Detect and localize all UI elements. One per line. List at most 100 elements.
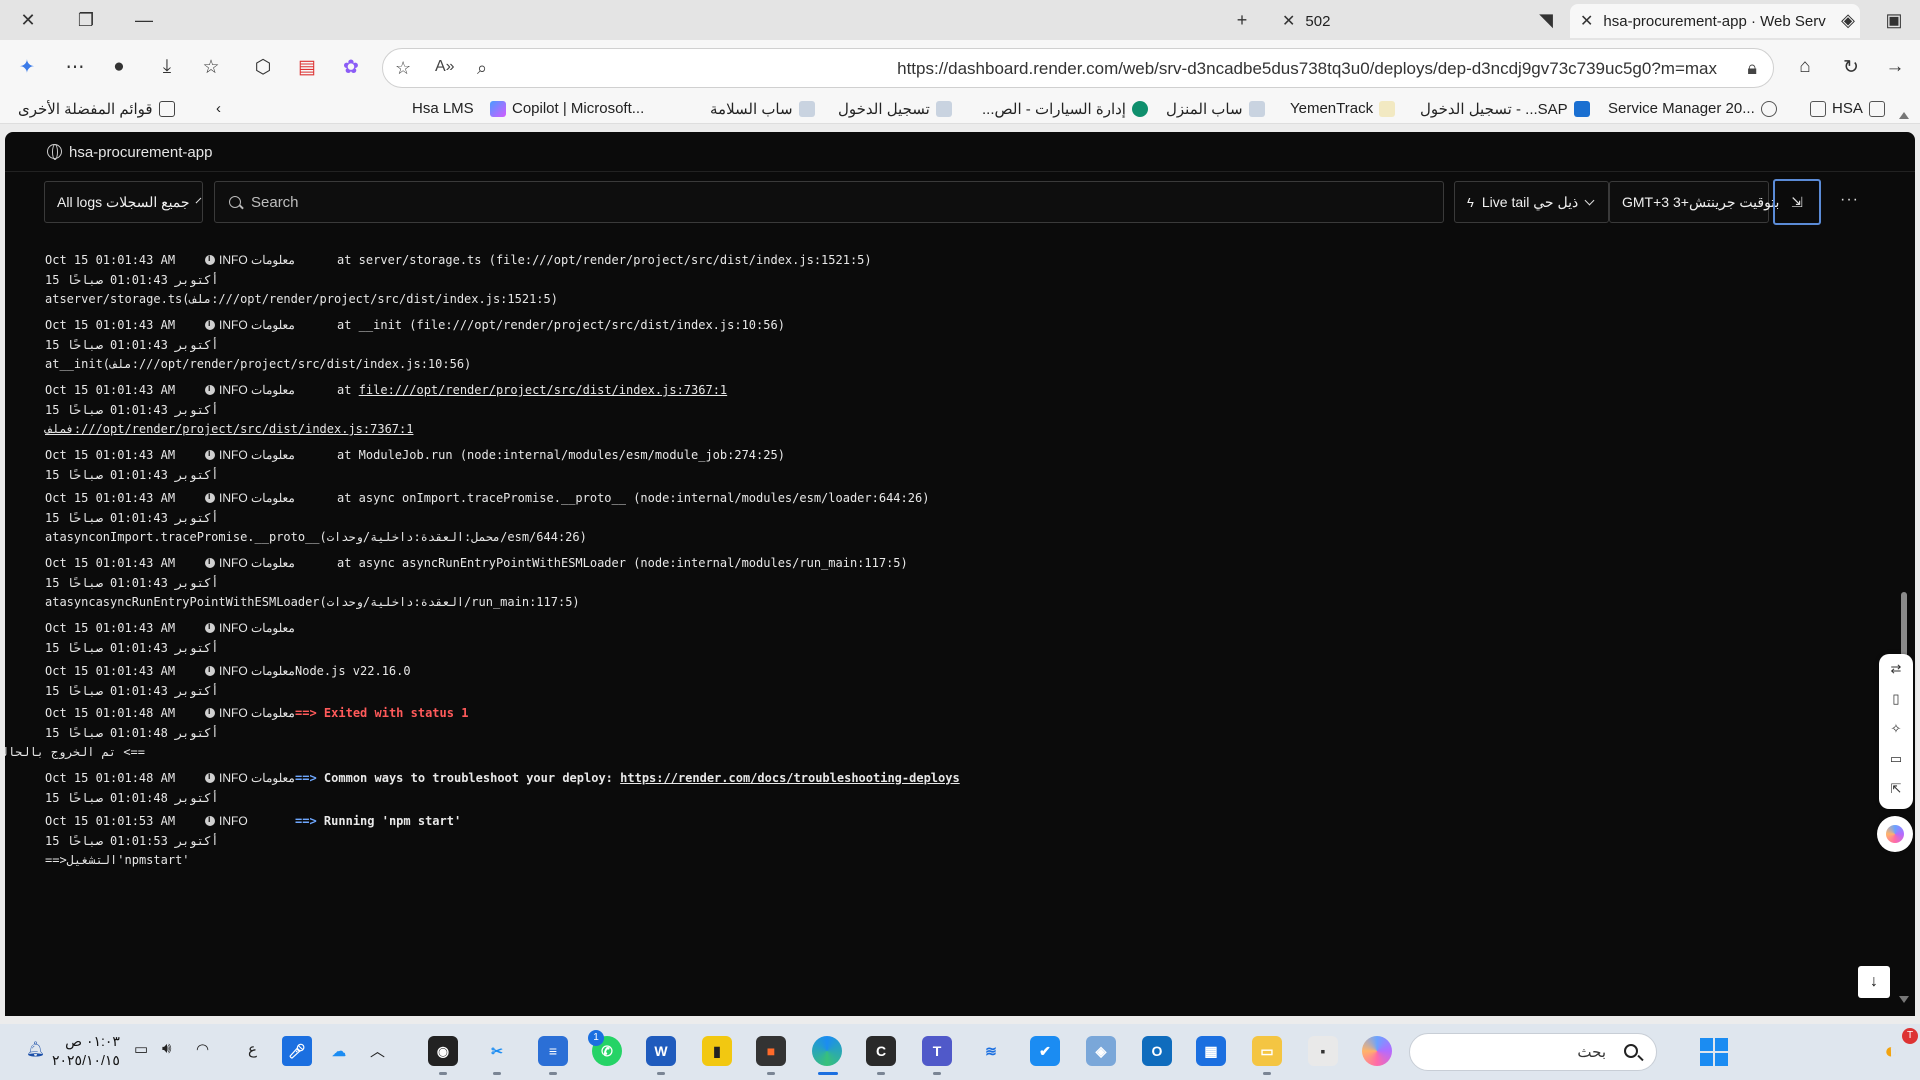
- forward-icon[interactable]: →: [1880, 52, 1910, 82]
- info-icon: [205, 318, 215, 330]
- close-window-icon[interactable]: ✕: [14, 6, 42, 34]
- file-explorer-icon[interactable]: ▭: [1252, 1036, 1282, 1066]
- jump-to-latest-button[interactable]: ↓: [1858, 966, 1890, 998]
- pdf-icon[interactable]: ▤: [292, 52, 322, 82]
- favorite-item[interactable]: Service Manager 20...: [1608, 100, 1777, 117]
- live-tail-dropdown[interactable]: ϟ Live tail ذيل حي: [1454, 181, 1609, 223]
- timezone-selector[interactable]: GMT+3 بتوقيت جرينتش+3: [1609, 181, 1779, 223]
- log-translation: atasyncasyncRunEntryPointWithESMLoader(ا…: [45, 595, 580, 609]
- minimize-window-icon[interactable]: —: [130, 6, 158, 34]
- start-button[interactable]: [1700, 1038, 1728, 1066]
- snipping-tool-icon[interactable]: ✂: [482, 1036, 512, 1066]
- notepad-icon[interactable]: ≡: [538, 1036, 568, 1066]
- notification-bell-icon[interactable]: 🔔︎: [26, 1040, 45, 1058]
- windows-taskbar: 🔔︎ ٠١:٠٣ ص ٢٠٢٥/١٠/١٥ ▭ 🔊︎ ◠ ع 🎤︎ ☁ ︿ ◉ …: [0, 1024, 1920, 1080]
- app-window-icon[interactable]: ▪: [1308, 1036, 1338, 1066]
- downloads-icon[interactable]: ⤓: [152, 52, 182, 82]
- favorite-item[interactable]: إدارة السيارات - الص...: [982, 100, 1148, 118]
- close-tab-icon[interactable]: ✕: [1282, 11, 1295, 31]
- teams-icon[interactable]: T: [922, 1036, 952, 1066]
- copilot-extension-icon[interactable]: ✿: [336, 52, 366, 82]
- screen-icon[interactable]: ▭: [1879, 744, 1913, 774]
- log-list[interactable]: Oct 15 01:01:43 AM 15 أكتوبر 01:01:43 صب…: [5, 239, 1895, 1016]
- site-icon: [1131, 101, 1148, 117]
- battery-icon[interactable]: ▭: [134, 1040, 148, 1058]
- page-icon: [935, 101, 952, 117]
- edge-icon[interactable]: [812, 1036, 842, 1066]
- other-favorites-folder[interactable]: قوائم المفضلة الأخرى: [18, 100, 175, 118]
- favorite-item[interactable]: YemenTrack: [1290, 100, 1396, 117]
- vpn-icon[interactable]: ◈: [1086, 1036, 1116, 1066]
- favorite-item[interactable]: Hsa LMS: [412, 100, 474, 117]
- taskbar-search[interactable]: بحث: [1409, 1033, 1657, 1071]
- refresh-icon[interactable]: ↻: [1836, 52, 1866, 82]
- log-level: INFO: [205, 814, 248, 828]
- exit-fullscreen-button[interactable]: ⇲: [1773, 179, 1821, 225]
- file-link[interactable]: file:///opt/render/project/src/dist/inde…: [359, 383, 727, 397]
- onedrive-icon[interactable]: ☁: [324, 1036, 354, 1066]
- to-do-icon[interactable]: ✔: [1030, 1036, 1060, 1066]
- close-tab-icon[interactable]: ✕: [1580, 11, 1593, 31]
- home-icon[interactable]: ⌂: [1790, 52, 1820, 82]
- log-filter-dropdown[interactable]: All logs جميع السجلات: [44, 181, 203, 223]
- log-message: ==> Exited with status 1: [295, 706, 469, 720]
- terminal-icon[interactable]: C: [866, 1036, 896, 1066]
- taskbar-clock[interactable]: ٠١:٠٣ ص ٢٠٢٥/١٠/١٥: [52, 1032, 120, 1070]
- restore-window-icon[interactable]: ❐: [72, 6, 100, 34]
- word-icon[interactable]: W: [646, 1036, 676, 1066]
- favorite-item[interactable]: SAP... - تسجيل الدخول: [1420, 100, 1590, 118]
- sidebar-toggle-icon[interactable]: ▣: [1880, 6, 1908, 34]
- ai-icon[interactable]: ✧: [1879, 714, 1913, 744]
- log-timestamp: Oct 15 01:01:43 AM: [45, 491, 176, 505]
- site-info-icon[interactable]: 🔒︎: [1747, 58, 1757, 79]
- copilot-pre-icon[interactable]: [1362, 1036, 1392, 1066]
- docs-link[interactable]: https://render.com/docs/troubleshooting-…: [620, 771, 960, 785]
- read-aloud-icon[interactable]: A»: [435, 58, 455, 76]
- favorite-item[interactable]: ساب المنزل: [1166, 100, 1265, 118]
- scroll-down-arrow[interactable]: [1899, 996, 1909, 1003]
- volume-icon[interactable]: 🔊︎: [162, 1040, 171, 1057]
- outlook-icon[interactable]: O: [1142, 1036, 1172, 1066]
- more-options-button[interactable]: ···: [1840, 191, 1859, 209]
- log-timestamp: Oct 15 01:01:43 AM: [45, 448, 176, 462]
- favorite-item[interactable]: Copilot | Microsoft...: [490, 100, 644, 117]
- favorites-scroll-icon[interactable]: ‹: [216, 100, 221, 117]
- render-favicon-icon: ◈: [1841, 9, 1855, 30]
- add-favorite-icon[interactable]: ☆: [395, 58, 411, 79]
- extensions-icon[interactable]: ⬡: [248, 52, 278, 82]
- address-bar[interactable]: ☆ A» ⌕ https://dashboard.render.com/web/…: [382, 48, 1774, 88]
- favorites-icon[interactable]: ☆: [196, 52, 226, 82]
- copilot-sidebar-button[interactable]: [1877, 816, 1913, 852]
- file-link[interactable]: فملف:///opt/render/project/src/dist/inde…: [45, 422, 413, 436]
- reading-icon[interactable]: ▯: [1879, 684, 1913, 714]
- microphone-icon[interactable]: 🎤︎: [282, 1036, 312, 1066]
- favorite-item[interactable]: HSA: [1810, 100, 1885, 117]
- log-level: INFO معلومات: [205, 771, 295, 785]
- zoom-icon[interactable]: ⌕: [477, 58, 487, 79]
- app-icon[interactable]: ■: [756, 1036, 786, 1066]
- profile-avatar-icon[interactable]: ●: [104, 52, 134, 82]
- copilot-icon[interactable]: ✦: [12, 52, 42, 82]
- more-icon[interactable]: ⋯: [60, 52, 90, 82]
- store-icon[interactable]: ▦: [1196, 1036, 1226, 1066]
- tab-hsa-procurement-app[interactable]: ✕ hsa-procurement-app · Web Serv: [1570, 4, 1860, 38]
- log-translation: at__init(ملف:///opt/render/project/src/d…: [45, 357, 472, 371]
- azure-icon[interactable]: ≋: [976, 1036, 1006, 1066]
- scroll-up-arrow[interactable]: [1899, 112, 1909, 119]
- power-bi-icon[interactable]: ▮: [702, 1036, 732, 1066]
- github-icon[interactable]: ◉: [428, 1036, 458, 1066]
- show-hidden-icons[interactable]: ︿: [370, 1040, 385, 1061]
- new-tab-icon[interactable]: +: [1228, 6, 1256, 34]
- favorite-item[interactable]: ساب السلامة: [710, 100, 815, 118]
- log-timestamp-ar: 15 أكتوبر 01:01:48 صباحًا: [45, 726, 219, 740]
- wifi-icon[interactable]: ◠: [196, 1040, 209, 1058]
- favorite-item[interactable]: تسجيل الدخول: [838, 100, 952, 118]
- tab-actions-icon[interactable]: ◥: [1532, 6, 1560, 34]
- search-input[interactable]: [251, 182, 1431, 222]
- weather-icon[interactable]: ◐: [1876, 1036, 1906, 1066]
- translate-icon[interactable]: ⇄: [1879, 654, 1913, 684]
- input-language[interactable]: ع: [248, 1040, 257, 1058]
- log-message: at ModuleJob.run (node:internal/modules/…: [337, 448, 785, 462]
- tab-502[interactable]: ✕ 502: [1272, 4, 1512, 38]
- share-icon[interactable]: ⇱: [1879, 774, 1913, 804]
